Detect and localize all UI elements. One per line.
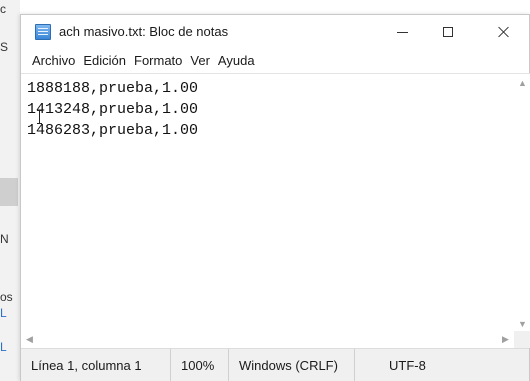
cursor-position: Línea 1, columna 1 [21, 348, 171, 381]
text-line: 1486283,prueba,1.00 [27, 122, 199, 139]
window-title: ach masivo.txt: Bloc de notas [59, 24, 229, 39]
title-bar[interactable]: ach masivo.txt: Bloc de notas [21, 15, 529, 49]
vertical-scrollbar[interactable]: ▲ ▼ [514, 74, 530, 332]
close-icon [498, 26, 510, 38]
zoom-level: 100% [171, 348, 229, 381]
menu-edicion[interactable]: Edición [79, 51, 130, 71]
background-text-fragment: L [0, 340, 7, 354]
background-gray-block [0, 178, 18, 206]
menu-formato[interactable]: Formato [130, 51, 186, 71]
text-line: 1888188,prueba,1.00 [27, 80, 199, 97]
text-line: 1413248,prueba,1.00 [27, 101, 199, 118]
minimize-button[interactable] [379, 15, 425, 49]
background-text-fragment: S [0, 40, 9, 54]
menu-bar: Archivo Edición Formato Ver Ayuda [21, 49, 529, 73]
menu-ayuda[interactable]: Ayuda [214, 51, 259, 71]
line-ending: Windows (CRLF) [229, 348, 355, 381]
horizontal-scrollbar[interactable]: ◀ ▶ [21, 331, 514, 348]
scroll-right-icon[interactable]: ▶ [497, 331, 514, 348]
minimize-icon [396, 31, 408, 33]
background-window-strip: c S N os L L [0, 0, 20, 381]
notepad-icon [35, 24, 51, 40]
background-text-fragment: os [0, 290, 13, 304]
editor-text-area[interactable]: 1888188,prueba,1.00 1413248,prueba,1.00 … [27, 78, 511, 328]
status-bar: Línea 1, columna 1 100% Windows (CRLF) U… [21, 348, 529, 381]
maximize-button[interactable] [425, 15, 471, 49]
scroll-up-icon[interactable]: ▲ [514, 74, 530, 91]
menu-ver[interactable]: Ver [186, 51, 214, 71]
ibeam-cursor-icon [37, 110, 42, 124]
text-editor[interactable]: 1888188,prueba,1.00 1413248,prueba,1.00 … [21, 73, 530, 348]
scroll-left-icon[interactable]: ◀ [21, 331, 38, 348]
background-text-fragment: N [0, 232, 9, 246]
background-text-fragment: L [0, 306, 7, 320]
close-button[interactable] [481, 15, 527, 49]
menu-archivo[interactable]: Archivo [28, 51, 79, 71]
background-text-fragment: c [0, 2, 6, 16]
encoding: UTF-8 [389, 357, 426, 373]
notepad-window: ach masivo.txt: Bloc de notas Archivo Ed… [20, 14, 530, 381]
maximize-icon [443, 27, 453, 37]
scroll-down-icon[interactable]: ▼ [514, 315, 530, 332]
scrollbar-corner [514, 331, 530, 348]
